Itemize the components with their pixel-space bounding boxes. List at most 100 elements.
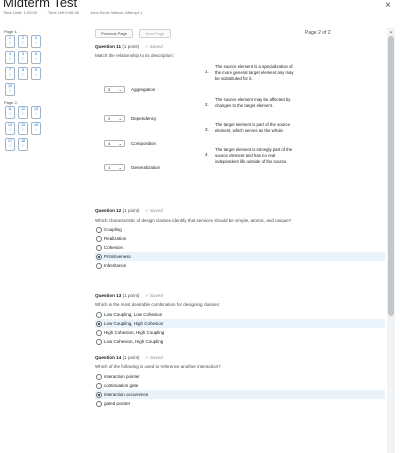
question-tile[interactable]: 1 ✓	[5, 35, 15, 48]
answer-label: interaction pointer	[104, 374, 140, 379]
radio-button[interactable]	[96, 253, 102, 260]
question-tile[interactable]: 14 ✓	[5, 122, 15, 135]
question-tile[interactable]: 4 ✓	[5, 51, 15, 64]
scrollbar[interactable]: ▲	[387, 28, 395, 453]
next-page-button[interactable]: Next Page	[139, 29, 171, 38]
question-tile[interactable]: 8 ✓	[18, 67, 28, 80]
match-dropdown[interactable]: 4 ⌄	[104, 140, 125, 147]
question-12-text: Which characteristic of design classes i…	[95, 218, 292, 223]
question-14-options: interaction pointer continuation gate inte…	[95, 372, 385, 408]
check-icon: ✓	[21, 72, 25, 77]
question-title: Question 13	[95, 293, 122, 298]
question-tile[interactable]: 3 ✓	[31, 35, 41, 48]
answer-option[interactable]: High Cohesion, High Coupling	[95, 328, 385, 337]
scrollbar-thumb[interactable]	[388, 36, 394, 316]
question-tile[interactable]: 10 ✓	[5, 83, 15, 96]
question-14-heading: Question 14 (1 point) ✓ Saved	[95, 355, 385, 361]
pager: Previous Page Next Page Page 2 of 2	[95, 29, 385, 39]
answer-option[interactable]: Realization	[95, 234, 385, 243]
question-points: (1 point)	[122, 293, 140, 298]
check-icon: ✓	[34, 111, 38, 116]
check-icon: ✓	[21, 111, 25, 116]
answer-option[interactable]: Low Cohesion, High Coupling	[95, 337, 385, 346]
answer-option[interactable]: Low Coupling, High Cohesion	[95, 319, 385, 328]
answer-label: Inheritance	[104, 263, 127, 268]
question-tile[interactable]: 18 ✓	[18, 138, 28, 151]
quiz-info: Time Limit: 1:00:00 Time Left:0:06:45 Jo…	[3, 10, 152, 15]
question-tile[interactable]: 17 ✓	[5, 138, 15, 151]
match-dropdown[interactable]: 3 ⌄	[104, 86, 125, 93]
radio-button[interactable]	[96, 320, 102, 327]
answer-option[interactable]: Coupling	[95, 225, 385, 234]
question-points: (1 point)	[122, 355, 140, 360]
question-points: (1 point)	[122, 208, 140, 213]
check-icon: ✓	[34, 40, 38, 45]
radio-button[interactable]	[96, 244, 102, 251]
page-count: Page 2 of 2	[305, 30, 331, 36]
answer-label: Coupling	[104, 227, 122, 232]
question-tile[interactable]: 9 ✓	[31, 67, 41, 80]
check-icon: ✓	[21, 56, 25, 61]
radio-button[interactable]	[96, 373, 102, 380]
question-11-heading: Question 11 (1 point) ✓ Saved	[95, 44, 385, 50]
question-12-heading: Question 12 (1 point) ✓ Saved	[95, 208, 385, 214]
check-icon: ✓	[34, 56, 38, 61]
question-tile[interactable]: 6 ✓	[31, 51, 41, 64]
question-tile[interactable]: 7 ✓	[5, 67, 15, 80]
question-tile[interactable]: 5 ✓	[18, 51, 28, 64]
answer-label: Low Coupling, High Cohesion	[104, 321, 164, 326]
chevron-down-icon: ⌄	[118, 141, 122, 146]
check-icon: ✓	[34, 72, 38, 77]
saved-status: ✓ Saved	[144, 208, 163, 213]
radio-button[interactable]	[96, 391, 102, 398]
close-icon[interactable]: ×	[385, 0, 391, 11]
match-label: Aggregation	[131, 87, 156, 92]
radio-button[interactable]	[96, 400, 102, 407]
radio-button[interactable]	[96, 311, 102, 318]
answer-option[interactable]: interaction pointer	[95, 372, 385, 381]
check-icon: ✓	[21, 127, 25, 132]
answer-option[interactable]: Inheritance	[95, 261, 385, 270]
page-title: Midterm Test	[3, 0, 78, 10]
radio-button[interactable]	[96, 382, 102, 389]
matching-area: 3 ⌄ Aggregation 2 ⌄ Dependency 4 ⌄ Composit…	[95, 61, 385, 189]
answer-option[interactable]: gated pointer	[95, 399, 385, 408]
time-left: Time Left:0:06:45	[47, 10, 79, 15]
question-title: Question 14	[95, 355, 122, 360]
question-12: Question 12 (1 point) ✓ Saved Which char…	[95, 208, 385, 270]
match-dropdown[interactable]: 1 ⌄	[104, 164, 125, 171]
question-title: Question 12	[95, 208, 122, 213]
radio-button[interactable]	[96, 235, 102, 242]
chevron-down-icon: ⌄	[118, 165, 122, 170]
scroll-up-icon[interactable]: ▲	[389, 29, 393, 34]
answer-option[interactable]: Low Coupling, Low Cohesion	[95, 310, 385, 319]
chevron-down-icon: ⌄	[118, 116, 122, 121]
radio-button[interactable]	[96, 329, 102, 336]
question-tile[interactable]: 15 ✓	[18, 122, 28, 135]
question-title: Question 11	[95, 44, 122, 49]
attempt-info: John Kevin Valerio: Attempt 1	[90, 10, 143, 15]
previous-page-button[interactable]: Previous Page	[95, 29, 133, 38]
answer-option[interactable]: Cohesion	[95, 243, 385, 252]
question-tile[interactable]: 12 ✓	[18, 106, 28, 119]
answer-option[interactable]: continuation gate	[95, 381, 385, 390]
question-12-options: Coupling Realization Cohesion Primitiveness…	[95, 225, 385, 270]
match-dropdown[interactable]: 2 ⌄	[104, 115, 125, 122]
check-icon: ✓	[8, 143, 12, 148]
question-tile[interactable]: 16 ✓	[31, 122, 41, 135]
check-icon: ✓	[21, 143, 25, 148]
check-icon: ✓	[21, 40, 25, 45]
radio-button[interactable]	[96, 226, 102, 233]
radio-button[interactable]	[96, 338, 102, 345]
question-navigator: Page 1: 1 ✓ 2 ✓ 3 ✓ 4 ✓ 5 ✓ 6 ✓ 7 ✓ 8 ✓ 9 ✓ 10 ✓ Page 2: 11…	[4, 29, 82, 155]
question-tile[interactable]: 13 ✓	[31, 106, 41, 119]
answer-option[interactable]: interaction occurrence	[95, 390, 385, 399]
radio-button[interactable]	[96, 262, 102, 269]
answer-option[interactable]: Primitiveness	[95, 252, 385, 261]
question-tile[interactable]: 11 ✓	[5, 106, 15, 119]
check-icon: ✓	[8, 40, 12, 45]
answer-label: continuation gate	[104, 383, 139, 388]
question-tile[interactable]: 2 ✓	[18, 35, 28, 48]
answer-label: Cohesion	[104, 245, 124, 250]
question-points: (1 point)	[122, 44, 140, 49]
